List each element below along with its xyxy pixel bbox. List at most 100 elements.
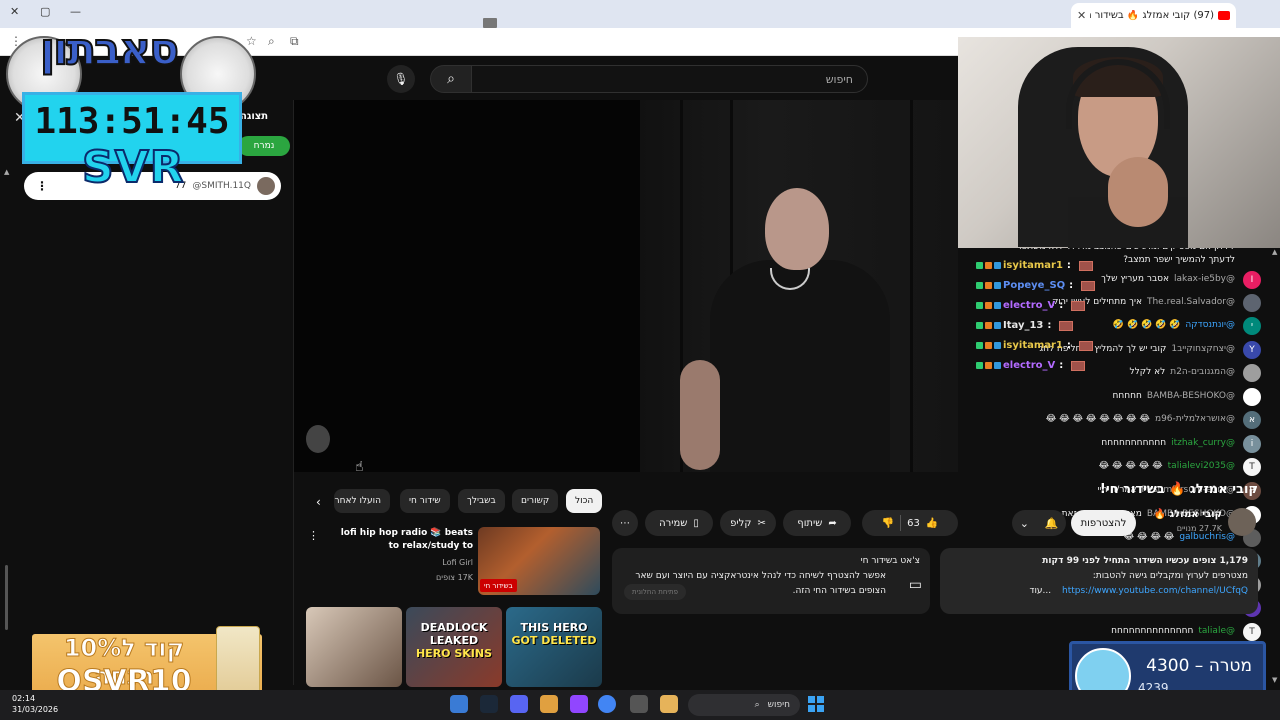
share-button[interactable]: שיתוף ➦ [783, 510, 851, 536]
minimize-window-icon[interactable]: — [70, 5, 81, 18]
description-line: מצטרפים לערוץ ומקבלים גישה להטבות: [1092, 571, 1248, 581]
steam-app-icon[interactable] [480, 695, 498, 713]
scroll-down-icon[interactable]: ▼ [1272, 676, 1277, 684]
channel-link[interactable]: https://www.youtube.com/channel/UCfqQ [1062, 586, 1248, 596]
recommendation-thumbnail[interactable]: DEADLOCK LEAKED HERO SKINS [406, 607, 502, 687]
save-button[interactable]: שמירה ▯ [645, 510, 713, 536]
clip-label: קליפ [730, 517, 752, 529]
filter-chip[interactable]: בשבילך [458, 489, 505, 513]
chat-author[interactable]: @taliale [1198, 626, 1235, 636]
zoom-icon[interactable]: ⌕ [268, 34, 275, 49]
chat-author[interactable]: @lakax-ie5by [1174, 274, 1235, 284]
scroll-up-icon[interactable]: ▲ [1272, 248, 1277, 256]
video-frame[interactable] [640, 100, 958, 472]
clip-button[interactable]: קליפ ✂ [720, 510, 776, 536]
maximize-window-icon[interactable]: ▢ [40, 5, 50, 18]
chat-avatar [1243, 388, 1261, 406]
pinned-menu-icon[interactable]: ⋮ [36, 179, 48, 193]
filter-chip[interactable]: שידור חי [400, 489, 450, 513]
browser-tab[interactable]: (97) קובי אמזלג 🔥 בשידור חי ✕ [1071, 3, 1236, 28]
chat-message[interactable]: T @taliale חחחחחחחחחחחחחח [1011, 623, 1261, 641]
chat-message[interactable]: @BAMBA-BESHOKO חחחחח [1011, 388, 1261, 406]
recommendation-channel[interactable]: Lofi Girl [330, 558, 473, 567]
chat-author[interactable]: @יונתנסדקה [1185, 320, 1235, 330]
discord-app-icon[interactable] [510, 695, 528, 713]
taskbar-clock[interactable]: 02:14 31/03/2026 [12, 693, 58, 715]
chat-avatar: I [1243, 271, 1261, 289]
description-stats: 1,179 צופים עכשיו השידור התחיל לפני 99 ד… [1042, 556, 1248, 566]
widget-icon[interactable] [660, 695, 678, 713]
recommendation-thumbnail[interactable] [306, 607, 402, 687]
show-more-link[interactable]: ...עוד [1030, 586, 1052, 596]
badge-icon [976, 262, 983, 269]
chat-text: חחחחחחחחחחח [1101, 438, 1167, 448]
chat-author[interactable]: @The.real.Salvador [1147, 297, 1235, 307]
chat-message[interactable]: א @אושראלמלית-96מ 😂 😂 😂 😂 😂 😂 😂 😂 [1011, 411, 1261, 429]
live-chat-card-title: צ'אט בשידור חי [860, 556, 920, 566]
chat-author[interactable]: @המגנובים-ה2ת [1170, 367, 1235, 377]
thumbnail-text: DEADLOCK LEAKED HERO SKINS [415, 621, 493, 660]
badge-icon [985, 262, 992, 269]
windows-start-icon[interactable] [808, 696, 824, 712]
chat-green-button[interactable]: נמרח [238, 136, 290, 156]
app-icon[interactable] [540, 695, 558, 713]
chat-message-body: @itzhak_curry חחחחחחחחחחח [1101, 437, 1235, 453]
emote-icon [1081, 280, 1096, 291]
chat-author[interactable]: @galbuchris [1179, 532, 1235, 542]
recommendation-views: 17K צופים [436, 573, 473, 582]
chat-scrollbar[interactable]: ▲ [4, 168, 9, 640]
description-box[interactable]: 1,179 צופים עכשיו השידור התחיל לפני 99 ד… [940, 548, 1258, 614]
voice-search-button[interactable]: 🎙 [387, 65, 415, 93]
chat-message[interactable]: i @itzhak_curry חחחחחחחחחחח [1011, 435, 1261, 453]
photos-app-icon[interactable] [450, 695, 468, 713]
chat-author[interactable]: @יצחקצחוקייב1 [1171, 344, 1235, 354]
filter-chip[interactable]: הכול [566, 489, 603, 513]
small-sticker [306, 425, 330, 453]
chat-avatar: T [1243, 623, 1261, 641]
badge-icon [985, 342, 992, 349]
search-button[interactable]: ⌕ [430, 65, 472, 93]
chat-scroll-thumb[interactable] [5, 565, 8, 630]
channel-name[interactable]: קובי אמזלג 🔥 [1154, 509, 1222, 520]
dislike-icon[interactable]: 👎 [882, 518, 894, 529]
chat-author[interactable]: @אושראלמלית-96מ [1155, 414, 1235, 424]
chrome-app-icon[interactable] [598, 695, 616, 713]
install-app-icon[interactable]: ⧉ [290, 34, 299, 49]
page-scrollbar[interactable]: ▲ ▼ [1272, 248, 1277, 688]
open-chat-button[interactable]: פתיחת החלונית [624, 584, 686, 600]
keyboard-icon[interactable] [483, 18, 497, 28]
like-icon[interactable]: 👍 [926, 518, 938, 529]
search-input[interactable]: חיפוש [470, 65, 868, 93]
close-tab-icon[interactable]: ✕ [1077, 9, 1086, 22]
channel-avatar[interactable] [1228, 508, 1256, 536]
close-window-icon[interactable]: ✕ [10, 5, 19, 18]
filter-chip[interactable]: קשורים [512, 489, 559, 513]
chevron-left-icon[interactable]: ‹ [316, 495, 321, 509]
taskbar-search[interactable]: חיפוש ⌕ [688, 694, 800, 716]
timer-value: 113:51:45 [34, 101, 230, 142]
recommendation-thumbnail[interactable]: THIS HERO GOT DELETED [506, 607, 602, 687]
task-view-icon[interactable] [630, 695, 648, 713]
filter-chip[interactable]: הועלו לאחרונה [334, 489, 390, 513]
more-actions-button[interactable]: ⋯ [612, 510, 638, 536]
scroll-up-icon[interactable]: ▲ [4, 168, 9, 176]
recommendation-title[interactable]: lofi hip hop radio 📚 beats to relax/stud… [330, 527, 473, 553]
like-dislike-buttons[interactable]: 👎 63 👍 [862, 510, 958, 536]
browser-titlebar: ✕ ▢ — + (97) קובי אמזלג 🔥 בשידור חי ✕ [0, 0, 1280, 28]
live-chat-card: צ'אט בשידור חי אפשר להצטרף לשיחה כדי לנה… [612, 548, 930, 614]
chat-message[interactable]: T @talialevi2035 😂 😂 😂 😂 😂 [1011, 458, 1261, 476]
youtube-favicon-icon [1218, 11, 1230, 20]
chat-avatar [1243, 294, 1261, 312]
chat-author[interactable]: @itzhak_curry [1171, 438, 1235, 448]
bookmark-star-icon[interactable]: ☆ [246, 34, 257, 48]
svr-tag: SVR [81, 141, 185, 194]
recommendation-menu-icon[interactable]: ⋮ [308, 529, 319, 542]
stream-chat-user: isyitamar1 [1003, 260, 1063, 271]
chat-author[interactable]: @BAMBA-BESHOKO [1147, 391, 1235, 401]
subscribe-button[interactable]: להצטרפות [1071, 510, 1136, 536]
colon: : [1066, 260, 1071, 271]
badge-icon [994, 342, 1001, 349]
app-icon[interactable] [570, 695, 588, 713]
notifications-button[interactable]: ⌄ 🔔 [1012, 510, 1066, 536]
chat-author[interactable]: @talialevi2035 [1168, 461, 1235, 471]
